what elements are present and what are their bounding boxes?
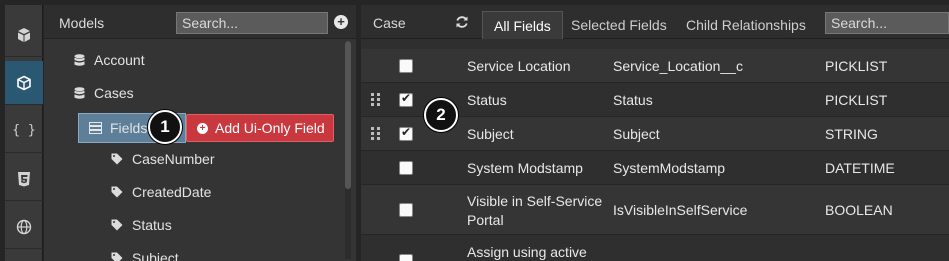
field-row[interactable]: Visible in Self-Service Portal IsVisible… <box>361 185 949 235</box>
field-label-line2: Portal <box>467 212 504 228</box>
tree-item-label: Fields <box>110 120 148 136</box>
tag-icon <box>110 251 124 261</box>
field-type: DATETIME <box>825 160 895 176</box>
drag-handle-icon[interactable] <box>371 127 381 141</box>
tree-title: Models <box>59 15 105 31</box>
field-label: Visible in Self-Service <box>467 193 603 209</box>
field-type: PICKLIST <box>825 92 888 108</box>
field-api-name: Subject <box>613 126 660 142</box>
field-api-name: SystemModstamp <box>613 160 726 176</box>
field-label: System Modstamp <box>467 160 583 176</box>
tree-item-account[interactable]: Account <box>72 47 145 73</box>
field-row[interactable]: Service Location Service_Location__c PIC… <box>361 49 949 83</box>
fields-panel: Case All Fields Selected Fields Child Re… <box>361 5 949 261</box>
braces-icon[interactable]: { } <box>5 109 43 153</box>
field-label: Status <box>467 92 507 108</box>
callout-number: 2 <box>436 105 446 124</box>
tree-item-casenumber[interactable]: CaseNumber <box>110 146 214 172</box>
tree-item-label: Subject <box>132 250 179 261</box>
callout-badge-2: 2 <box>424 98 458 132</box>
left-rail: { } <box>5 5 43 261</box>
fields-search-input[interactable] <box>825 12 949 34</box>
field-checkbox[interactable] <box>399 59 413 73</box>
cube-icon[interactable] <box>5 61 43 105</box>
objects-icon[interactable] <box>5 13 43 57</box>
add-ui-only-field-label: Add Ui-Only Field <box>215 120 325 136</box>
tree-search-input[interactable] <box>176 12 328 34</box>
add-model-icon[interactable]: + <box>334 15 348 29</box>
field-checkbox[interactable] <box>399 254 413 261</box>
tag-icon <box>110 152 124 166</box>
field-label: Service Location <box>467 58 571 74</box>
field-api-name: Status <box>613 92 653 108</box>
tree-item-label: Status <box>132 217 172 233</box>
braces-text: { } <box>12 123 36 138</box>
field-type: STRING <box>825 126 878 142</box>
field-api-name: IsVisibleInSelfService <box>613 202 748 218</box>
field-row[interactable]: System Modstamp SystemModstamp DATETIME <box>361 151 949 185</box>
database-icon <box>72 86 86 100</box>
tree-item-subject[interactable]: Subject <box>110 245 179 261</box>
field-checkbox[interactable] <box>399 125 413 141</box>
tab-selected-fields[interactable]: Selected Fields <box>560 11 678 39</box>
add-ui-only-field-button[interactable]: + Add Ui-Only Field <box>186 114 334 142</box>
tree-item-cases[interactable]: Cases <box>72 80 134 106</box>
tree-item-fields[interactable]: Fields <box>88 115 147 141</box>
tag-icon <box>110 185 124 199</box>
tree-item-createddate[interactable]: CreatedDate <box>110 179 211 205</box>
globe-icon[interactable] <box>5 205 43 249</box>
object-name: Case <box>373 15 406 31</box>
field-row[interactable]: Assign using active <box>361 235 949 261</box>
tag-icon <box>110 218 124 232</box>
css3-icon[interactable] <box>5 157 43 201</box>
field-checkbox[interactable] <box>399 203 413 217</box>
app-window: { } Models + Account Cases <box>0 0 949 261</box>
tree-item-label: CaseNumber <box>132 151 215 167</box>
field-checkbox[interactable] <box>399 161 413 175</box>
tree-item-status[interactable]: Status <box>110 212 172 238</box>
plus-circle-icon: + <box>197 122 208 134</box>
tree-item-label: Account <box>94 52 145 68</box>
field-type: BOOLEAN <box>825 202 893 218</box>
database-icon <box>72 53 86 67</box>
field-type: PICKLIST <box>825 58 888 74</box>
list-icon <box>88 121 102 135</box>
tree-item-label: Cases <box>94 85 134 101</box>
callout-number: 1 <box>160 117 170 136</box>
models-tree-panel: Models + Account Cases Fields <box>44 5 356 261</box>
field-label: Assign using active <box>467 244 587 260</box>
callout-badge-1: 1 <box>148 110 182 144</box>
field-checkbox[interactable] <box>399 91 413 107</box>
tab-child-relationships[interactable]: Child Relationships <box>675 11 817 39</box>
tree-header: Models + <box>44 5 356 39</box>
tree-scrollbar-thumb[interactable] <box>345 41 351 189</box>
refresh-icon[interactable] <box>455 15 469 29</box>
fields-tabbar: Case All Fields Selected Fields Child Re… <box>361 5 949 39</box>
field-label: Subject <box>467 126 514 142</box>
tab-all-fields[interactable]: All Fields <box>482 11 563 39</box>
field-api-name: Service_Location__c <box>613 58 743 74</box>
drag-handle-icon[interactable] <box>371 93 381 107</box>
tree-item-label: CreatedDate <box>132 184 212 200</box>
